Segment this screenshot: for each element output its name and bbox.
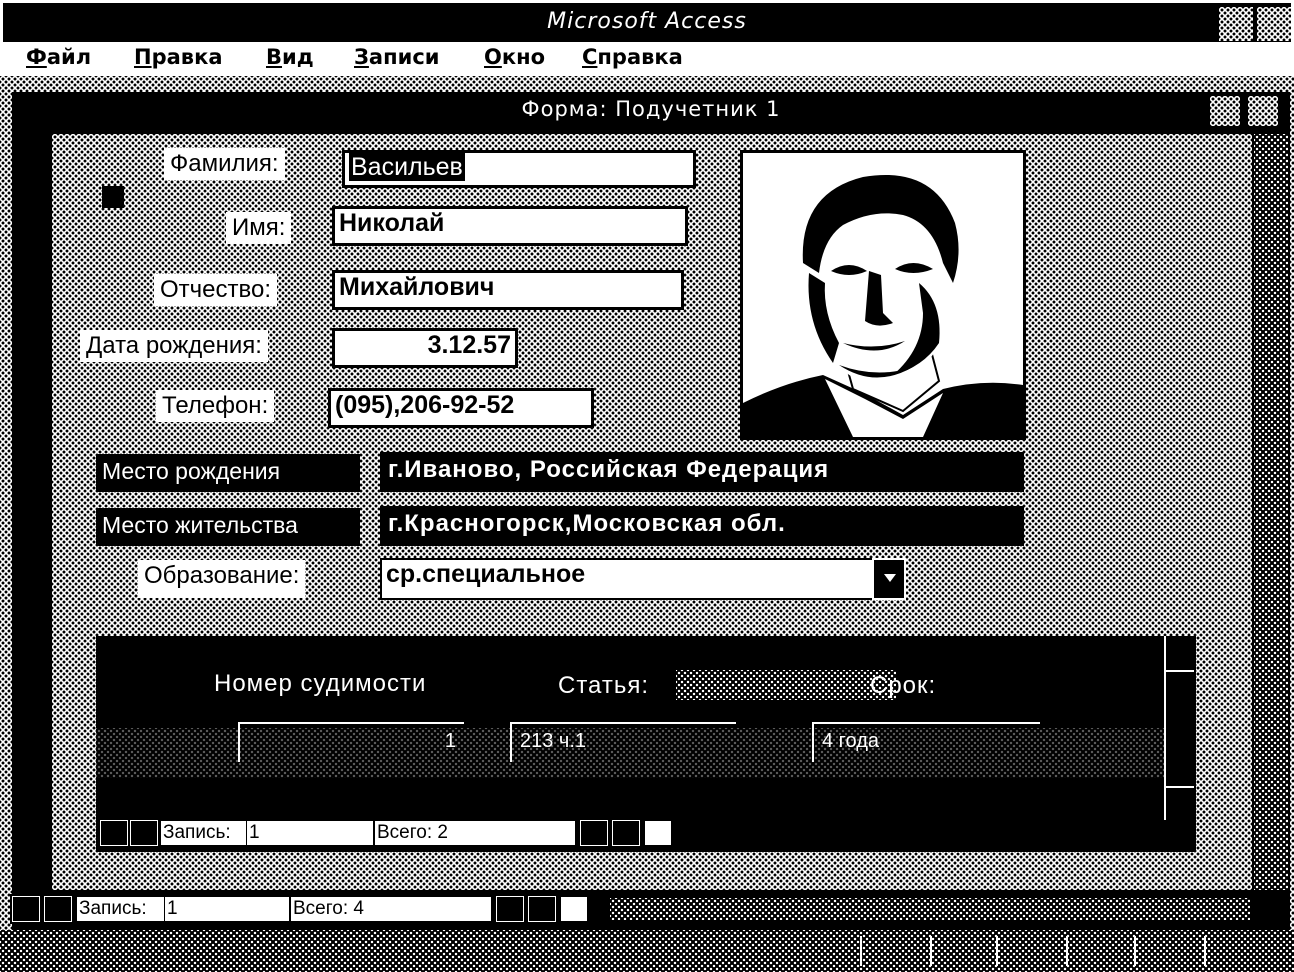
menu-bar: Файл Правка Вид Записи Окно Справка — [0, 42, 1294, 76]
article-header: Статья: — [558, 672, 650, 699]
term-header: Срок: — [870, 672, 937, 699]
menu-edit-key: П — [134, 45, 152, 69]
phone-label: Телефон: — [156, 390, 275, 422]
conviction-number-field[interactable]: 1 — [238, 722, 464, 762]
status-divider — [1134, 936, 1136, 966]
article-header-pattern — [676, 670, 896, 700]
main-next-record-button[interactable] — [496, 896, 524, 922]
main-record-label: Запись: — [76, 896, 164, 922]
horizontal-scrollbar[interactable] — [610, 898, 1250, 920]
residence-label: Место жительства — [96, 508, 360, 546]
menu-file-rest: айл — [46, 45, 92, 69]
subform-prev-record-button[interactable] — [130, 820, 158, 846]
subform-record-number-field[interactable]: 1 — [246, 820, 374, 846]
name-label: Имя: — [226, 212, 292, 244]
status-divider — [996, 936, 998, 966]
subform-record-label: Запись: — [160, 820, 246, 846]
subform-first-record-button[interactable] — [100, 820, 128, 846]
surname-field[interactable]: Васильев — [342, 150, 696, 188]
menu-window-key: О — [484, 45, 502, 69]
menu-help-rest: правка — [597, 45, 683, 69]
main-last-record-button[interactable] — [528, 896, 556, 922]
education-dropdown-button[interactable] — [872, 558, 906, 600]
conviction-number-header: Номер судимости — [214, 670, 427, 697]
subform-total-label: Всего: 2 — [374, 820, 576, 846]
subform-scroll-down-edge — [1166, 786, 1194, 788]
form-title: Форма: Подучетник 1 — [521, 97, 781, 121]
status-divider — [930, 936, 932, 966]
menu-file[interactable]: Файл — [26, 45, 91, 69]
chevron-down-icon — [884, 574, 896, 582]
subform-scroll-up-edge — [1166, 670, 1194, 672]
menu-records[interactable]: Записи — [354, 45, 439, 69]
status-divider — [1204, 936, 1206, 966]
status-bar — [0, 930, 1294, 972]
photo-frame — [740, 150, 1026, 440]
menu-file-key: Ф — [26, 45, 47, 69]
form-vertical-scrollbar[interactable] — [1254, 134, 1288, 890]
menu-view[interactable]: Вид — [266, 45, 314, 69]
menu-window[interactable]: Окно — [484, 45, 545, 69]
main-new-record-button[interactable] — [560, 896, 588, 922]
subform-last-record-button[interactable] — [612, 820, 640, 846]
menu-help-key: С — [582, 45, 598, 69]
birthplace-label: Место рождения — [96, 454, 360, 492]
main-total-label: Всего: 4 — [290, 896, 492, 922]
menu-records-key: З — [354, 45, 369, 69]
birthdate-field[interactable]: 3.12.57 — [332, 328, 518, 368]
menu-edit-rest: равка — [151, 45, 223, 69]
form-minimize-button[interactable] — [1210, 96, 1240, 126]
name-field[interactable]: Николай — [332, 206, 688, 246]
residence-field[interactable]: г.Красногорск,Московская обл. — [380, 506, 1024, 546]
education-combobox[interactable]: ср.специальное — [380, 558, 874, 600]
term-field[interactable]: 4 года — [812, 722, 1040, 762]
minimize-button[interactable] — [1219, 7, 1253, 41]
education-label: Образование: — [138, 560, 306, 598]
main-first-record-button[interactable] — [12, 896, 40, 922]
surname-label: Фамилия: — [164, 148, 285, 180]
subform-new-record-button[interactable] — [644, 820, 672, 846]
form-maximize-button[interactable] — [1248, 96, 1278, 126]
app-title-bar: Microsoft Access — [0, 0, 1294, 42]
subform-next-record-button[interactable] — [580, 820, 608, 846]
menu-window-rest: кно — [501, 45, 546, 69]
surname-value: Васильев — [349, 153, 465, 181]
menu-records-rest: аписи — [368, 45, 440, 69]
birthplace-field[interactable]: г.Иваново, Российская Федерация — [380, 452, 1024, 492]
main-prev-record-button[interactable] — [44, 896, 72, 922]
menu-help[interactable]: Справка — [582, 45, 683, 69]
menu-edit[interactable]: Правка — [134, 45, 223, 69]
person-photo-icon — [743, 153, 1023, 437]
app-title: Microsoft Access — [547, 9, 747, 34]
menu-view-rest: ид — [282, 45, 314, 69]
status-divider — [860, 936, 862, 966]
article-field[interactable]: 213 ч.1 — [510, 722, 736, 762]
form-title-bar: Форма: Подучетник 1 — [12, 92, 1290, 128]
menu-view-key: В — [266, 45, 283, 69]
patronymic-label: Отчество: — [154, 274, 277, 306]
convictions-subform: Номер судимости Статья: Срок: 1 213 ч.1 … — [96, 636, 1196, 852]
phone-field[interactable]: (095),206-92-52 — [328, 388, 594, 428]
record-selector-column — [12, 134, 52, 890]
subform-vertical-scrollbar[interactable] — [1164, 636, 1194, 820]
main-record-number-field[interactable]: 1 — [164, 896, 290, 922]
record-selector-icon[interactable] — [102, 186, 124, 208]
main-record-navigator: Запись: 1 Всего: 4 — [10, 894, 1290, 924]
maximize-button[interactable] — [1257, 7, 1291, 41]
patronymic-field[interactable]: Михайлович — [332, 270, 684, 310]
subform-record-navigator: Запись: 1 Всего: 2 — [96, 818, 1196, 848]
status-divider — [1066, 936, 1068, 966]
birthdate-label: Дата рождения: — [80, 330, 268, 362]
